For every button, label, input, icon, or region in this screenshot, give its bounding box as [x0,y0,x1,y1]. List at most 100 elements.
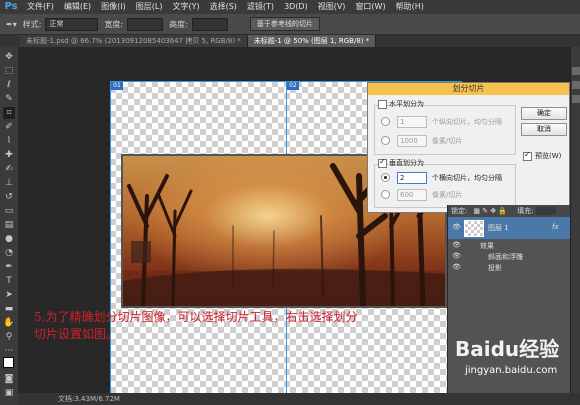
path-select-tool-icon[interactable]: ➤ [3,289,15,301]
eye-icon[interactable]: 👁 [452,223,461,231]
effect-bevel-row[interactable]: 👁 斜面和浮雕 [448,252,570,263]
dock-panel-icon[interactable] [572,67,580,75]
cancel-button[interactable]: 取消 [521,123,567,136]
quick-select-tool-icon[interactable]: ✎ [3,93,15,105]
menu-view[interactable]: 视图(V) [313,0,351,14]
eye-icon[interactable]: 👁 [452,263,461,271]
foreground-color-swatch[interactable] [3,357,14,368]
width-input[interactable] [127,17,164,31]
pen-tool-icon[interactable]: ✒ [3,261,15,273]
lasso-tool-icon[interactable]: ℓ [3,79,15,91]
slice-tool-icon[interactable]: ✒▾ [6,20,17,29]
horizontal-pixel-input[interactable]: 1000 [397,135,427,147]
annotation-line-1: 5.为了精确划分切片图像，可以选择切片工具，右击选择划分 [34,310,358,324]
horizontal-count-radio[interactable] [381,117,390,126]
layer-thumbnail [464,220,484,237]
layer-row[interactable]: 👁 图层 1 fx [448,217,570,239]
crop-tool-icon[interactable]: ⌗ [3,107,15,119]
vertical-pixel-suffix: 像素/切片 [432,191,463,199]
edit-toolbar-icon[interactable]: ⋯ [3,345,15,357]
vertical-checkbox[interactable] [378,157,387,168]
slice-badge-1[interactable]: 01 [111,82,123,90]
slice-border-left [110,81,111,393]
menu-filter[interactable]: 滤镜(T) [242,0,279,14]
horizontal-count-input[interactable]: 1 [397,116,427,128]
dodge-tool-icon[interactable]: ◔ [3,247,15,259]
hand-tool-icon[interactable]: ✋ [3,317,15,329]
preview-checkbox[interactable] [523,150,532,161]
horizontal-count-suffix: 个纵向切片，均匀分隔 [432,118,502,126]
gradient-tool-icon[interactable]: ▤ [3,219,15,231]
fill-input[interactable] [536,207,557,215]
menu-image[interactable]: 图像(I) [96,0,131,14]
divide-slice-dialog: 划分切片 水平划分为 1 个纵向切片，均匀分隔 1000 像素/切片 垂直划分为… [367,82,570,213]
vertical-label: 垂直划分为 [389,159,424,167]
move-tool-icon[interactable]: ✥ [3,51,15,63]
tab-document-1[interactable]: 未标题-1.psd @ 66.7% (20130912085403647 拷贝 … [20,35,248,47]
zoom-tool-icon[interactable]: ⚲ [3,331,15,343]
menu-file[interactable]: 文件(F) [22,0,59,14]
effect-shadow-row[interactable]: 👁 投影 [448,263,570,274]
preview-label: 预览(W) [535,152,562,160]
horizontal-pixel-suffix: 像素/切片 [432,137,463,145]
menu-edit[interactable]: 编辑(E) [59,0,96,14]
height-label: 高度: [169,19,188,29]
lock-icons[interactable]: ▦ ✎ ✥ 🔒 [473,205,507,217]
document-size[interactable]: 文档:3.43M/6.72M [58,395,120,403]
menu-window[interactable]: 窗口(W) [350,0,390,14]
eraser-tool-icon[interactable]: ▭ [3,205,15,217]
brush-tool-icon[interactable]: ✍ [3,163,15,175]
horizontal-pixel-radio[interactable] [381,136,390,145]
effects-label: 效果 [480,242,494,250]
eye-icon[interactable]: 👁 [452,241,461,249]
eyedropper-tool-icon[interactable]: ⌇ [3,135,15,147]
vertical-pixel-radio[interactable] [381,190,390,199]
tab-document-2[interactable]: 未标题-1 @ 50% (图层 1, RGB/8) * [247,35,377,47]
vertical-count-input[interactable]: 2 [397,172,427,184]
dock-panel-icon[interactable] [572,81,580,89]
watermark-brand: Baidu经验 [455,337,560,361]
effect-bevel-label: 斜面和浮雕 [488,253,523,261]
blur-tool-icon[interactable]: ● [3,233,15,245]
healing-tool-icon[interactable]: ✚ [3,149,15,161]
slices-from-guides-button[interactable]: 基于参考线的切片 [249,17,320,31]
toolbox: ✥ ⬚ ℓ ✎ ⌗ ✐ ⌇ ✚ ✍ ⊥ ↺ ▭ ▤ ● ◔ ✒ T ➤ ▬ ✋ … [0,47,19,405]
slice-tool-icon[interactable]: ✐ [3,121,15,133]
vertical-count-suffix: 个横向切片，均匀分隔 [432,174,502,182]
menu-type[interactable]: 文字(Y) [167,0,204,14]
vertical-count-radio[interactable] [381,173,390,182]
style-select[interactable]: 正常 [45,17,99,31]
options-bar: ✒▾ 样式: 正常 宽度: 高度: 基于参考线的切片 [0,14,580,35]
effects-row[interactable]: 👁 效果 [448,241,570,252]
height-input[interactable] [191,17,228,31]
layer-name[interactable]: 图层 1 [488,223,509,233]
horizontal-checkbox[interactable] [378,100,387,109]
horizontal-group [374,105,516,155]
stamp-tool-icon[interactable]: ⊥ [3,177,15,189]
ok-button[interactable]: 确定 [521,107,567,120]
fill-label: 填充: [517,207,534,215]
vertical-group [374,164,516,208]
dock-panel-icon[interactable] [572,95,580,103]
effect-shadow-label: 投影 [488,264,502,272]
screen-mode-icon[interactable]: ▣ [3,387,15,399]
photoshop-logo: Ps [4,1,18,12]
annotation-line-2: 切片设置如图。 [34,327,119,341]
menu-layer[interactable]: 图层(L) [131,0,168,14]
watermark-url: jingyan.baidu.com [465,365,558,376]
lock-label: 锁定: [451,207,468,215]
eye-icon[interactable]: 👁 [452,252,461,260]
shape-tool-icon[interactable]: ▬ [3,303,15,315]
type-tool-icon[interactable]: T [3,275,15,287]
menu-3d[interactable]: 3D(D) [279,0,313,14]
horizontal-label: 水平划分为 [389,100,424,108]
menu-select[interactable]: 选择(S) [205,0,242,14]
slice-badge-2[interactable]: 02 [287,82,299,90]
history-brush-icon[interactable]: ↺ [3,191,15,203]
fx-icon[interactable]: fx [552,223,559,231]
style-label: 样式: [22,19,42,29]
vertical-pixel-input[interactable]: 600 [397,189,427,201]
menu-help[interactable]: 帮助(H) [391,0,429,14]
marquee-tool-icon[interactable]: ⬚ [3,65,15,77]
quick-mask-icon[interactable]: ◙ [3,373,15,385]
